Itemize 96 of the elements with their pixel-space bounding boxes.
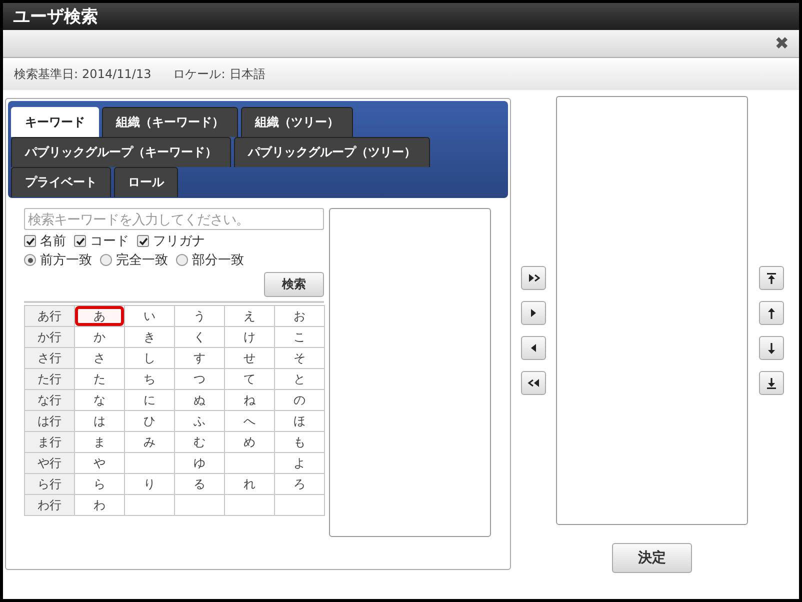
kana-cell[interactable]: れ [224, 474, 274, 494]
kana-cell[interactable]: た [74, 368, 124, 390]
kana-cell[interactable]: せ [224, 348, 274, 368]
double-right-arrow-icon [527, 272, 540, 284]
tab[interactable]: 組織（ツリー） [241, 107, 353, 137]
kana-cell[interactable]: い [124, 306, 174, 326]
row-header[interactable]: た行 [24, 368, 74, 390]
row-header[interactable]: な行 [24, 390, 74, 410]
row-header[interactable]: か行 [24, 326, 74, 348]
keyword-field[interactable]: 検索キーワードを入力してください。 [24, 208, 324, 230]
checkbox[interactable] [137, 235, 149, 247]
move-button[interactable] [521, 336, 546, 360]
base-date-label: 検索基準日: [14, 66, 78, 82]
kana-cell[interactable]: ね [224, 390, 274, 410]
kana-cell[interactable]: も [274, 432, 324, 452]
down-arrow-icon [765, 342, 778, 354]
kana-cell[interactable]: あ [74, 306, 124, 326]
move-button[interactable] [759, 266, 784, 290]
move-button[interactable] [759, 336, 784, 360]
radio-label: 完全一致 [116, 252, 168, 269]
up-arrow-icon [765, 306, 778, 320]
kana-cell[interactable]: わ [74, 494, 124, 516]
locale-label: ロケール: [173, 66, 226, 82]
tab[interactable]: パブリックグループ（キーワード） [11, 137, 231, 167]
move-button[interactable] [759, 301, 784, 325]
move-button[interactable] [759, 371, 784, 395]
checkbox[interactable] [24, 235, 36, 247]
row-header[interactable]: さ行 [24, 348, 74, 368]
row-header[interactable]: あ行 [24, 306, 74, 326]
radio-label: 部分一致 [192, 252, 244, 269]
move-top-icon [765, 272, 778, 284]
kana-cell[interactable]: は [74, 410, 124, 432]
radio-label: 前方一致 [40, 252, 92, 269]
kana-cell[interactable]: て [224, 368, 274, 390]
kana-cell[interactable]: に [124, 390, 174, 410]
locale: 日本語 [229, 66, 266, 82]
radio-button[interactable] [24, 254, 36, 266]
kana-cell[interactable]: つ [174, 368, 224, 390]
kana-cell[interactable]: く [174, 326, 224, 348]
kana-cell[interactable]: る [174, 474, 224, 494]
kana-cell[interactable]: ら [74, 474, 124, 494]
row-header[interactable]: ら行 [24, 474, 74, 494]
kana-cell[interactable]: み [124, 432, 174, 452]
kana-cell[interactable]: し [124, 348, 174, 368]
kana-cell[interactable]: そ [274, 348, 324, 368]
kana-cell[interactable]: や [74, 452, 124, 474]
kana-cell[interactable]: う [174, 306, 224, 326]
kana-cell[interactable]: ひ [124, 410, 174, 432]
checkbox-label: フリガナ [153, 233, 205, 250]
kana-cell[interactable]: け [224, 326, 274, 348]
kana-cell[interactable]: の [274, 390, 324, 410]
checkbox-label: コード [90, 233, 129, 250]
kana-cell[interactable]: よ [274, 452, 324, 474]
kana-cell[interactable]: ほ [274, 410, 324, 432]
checkbox[interactable] [74, 235, 86, 247]
close-button[interactable]: ✖ [774, 34, 789, 54]
kana-cell[interactable]: ま [74, 432, 124, 452]
kana-cell[interactable]: り [124, 474, 174, 494]
move-button[interactable] [521, 266, 546, 290]
kana-cell[interactable]: か [74, 326, 124, 348]
tab[interactable]: パブリックグループ（ツリー） [234, 137, 430, 167]
move-bottom-icon [765, 376, 778, 390]
confirm-button[interactable]: 決定 [612, 543, 692, 573]
move-button[interactable] [521, 301, 546, 325]
row-header[interactable]: わ行 [24, 494, 74, 516]
kana-cell[interactable]: と [274, 368, 324, 390]
kana-cell[interactable]: ろ [274, 474, 324, 494]
tab[interactable]: キーワード [11, 107, 99, 137]
tab[interactable]: プライベート [11, 167, 111, 197]
kana-cell[interactable]: す [174, 348, 224, 368]
kana-cell[interactable]: え [224, 306, 274, 326]
row-header[interactable]: ま行 [24, 432, 74, 452]
kana-cell[interactable]: お [274, 306, 324, 326]
search-button[interactable]: 検索 [264, 272, 324, 297]
kana-cell[interactable]: へ [224, 410, 274, 432]
kana-cell[interactable]: ぬ [174, 390, 224, 410]
kana-cell[interactable]: き [124, 326, 174, 348]
double-left-arrow-icon [527, 376, 540, 390]
tab[interactable]: ロール [114, 167, 178, 197]
kana-cell[interactable]: ゆ [174, 452, 224, 474]
base-date: 2014/11/13 [82, 67, 152, 81]
row-header[interactable]: や行 [24, 452, 74, 474]
kana-cell[interactable]: む [174, 432, 224, 452]
kana-cell[interactable]: こ [274, 326, 324, 348]
kana-cell[interactable]: め [224, 432, 274, 452]
kana-cell[interactable]: ち [124, 368, 174, 390]
row-header[interactable]: は行 [24, 410, 74, 432]
radio-button[interactable] [100, 254, 112, 266]
kana-cell[interactable]: ふ [174, 410, 224, 432]
kana-cell[interactable]: さ [74, 348, 124, 368]
window-title: ユーザ検索 [3, 3, 799, 30]
checkbox-label: 名前 [40, 233, 66, 250]
move-button[interactable] [521, 371, 546, 395]
kana-cell[interactable]: な [74, 390, 124, 410]
tab[interactable]: 組織（キーワード） [102, 107, 238, 137]
radio-button[interactable] [176, 254, 188, 266]
